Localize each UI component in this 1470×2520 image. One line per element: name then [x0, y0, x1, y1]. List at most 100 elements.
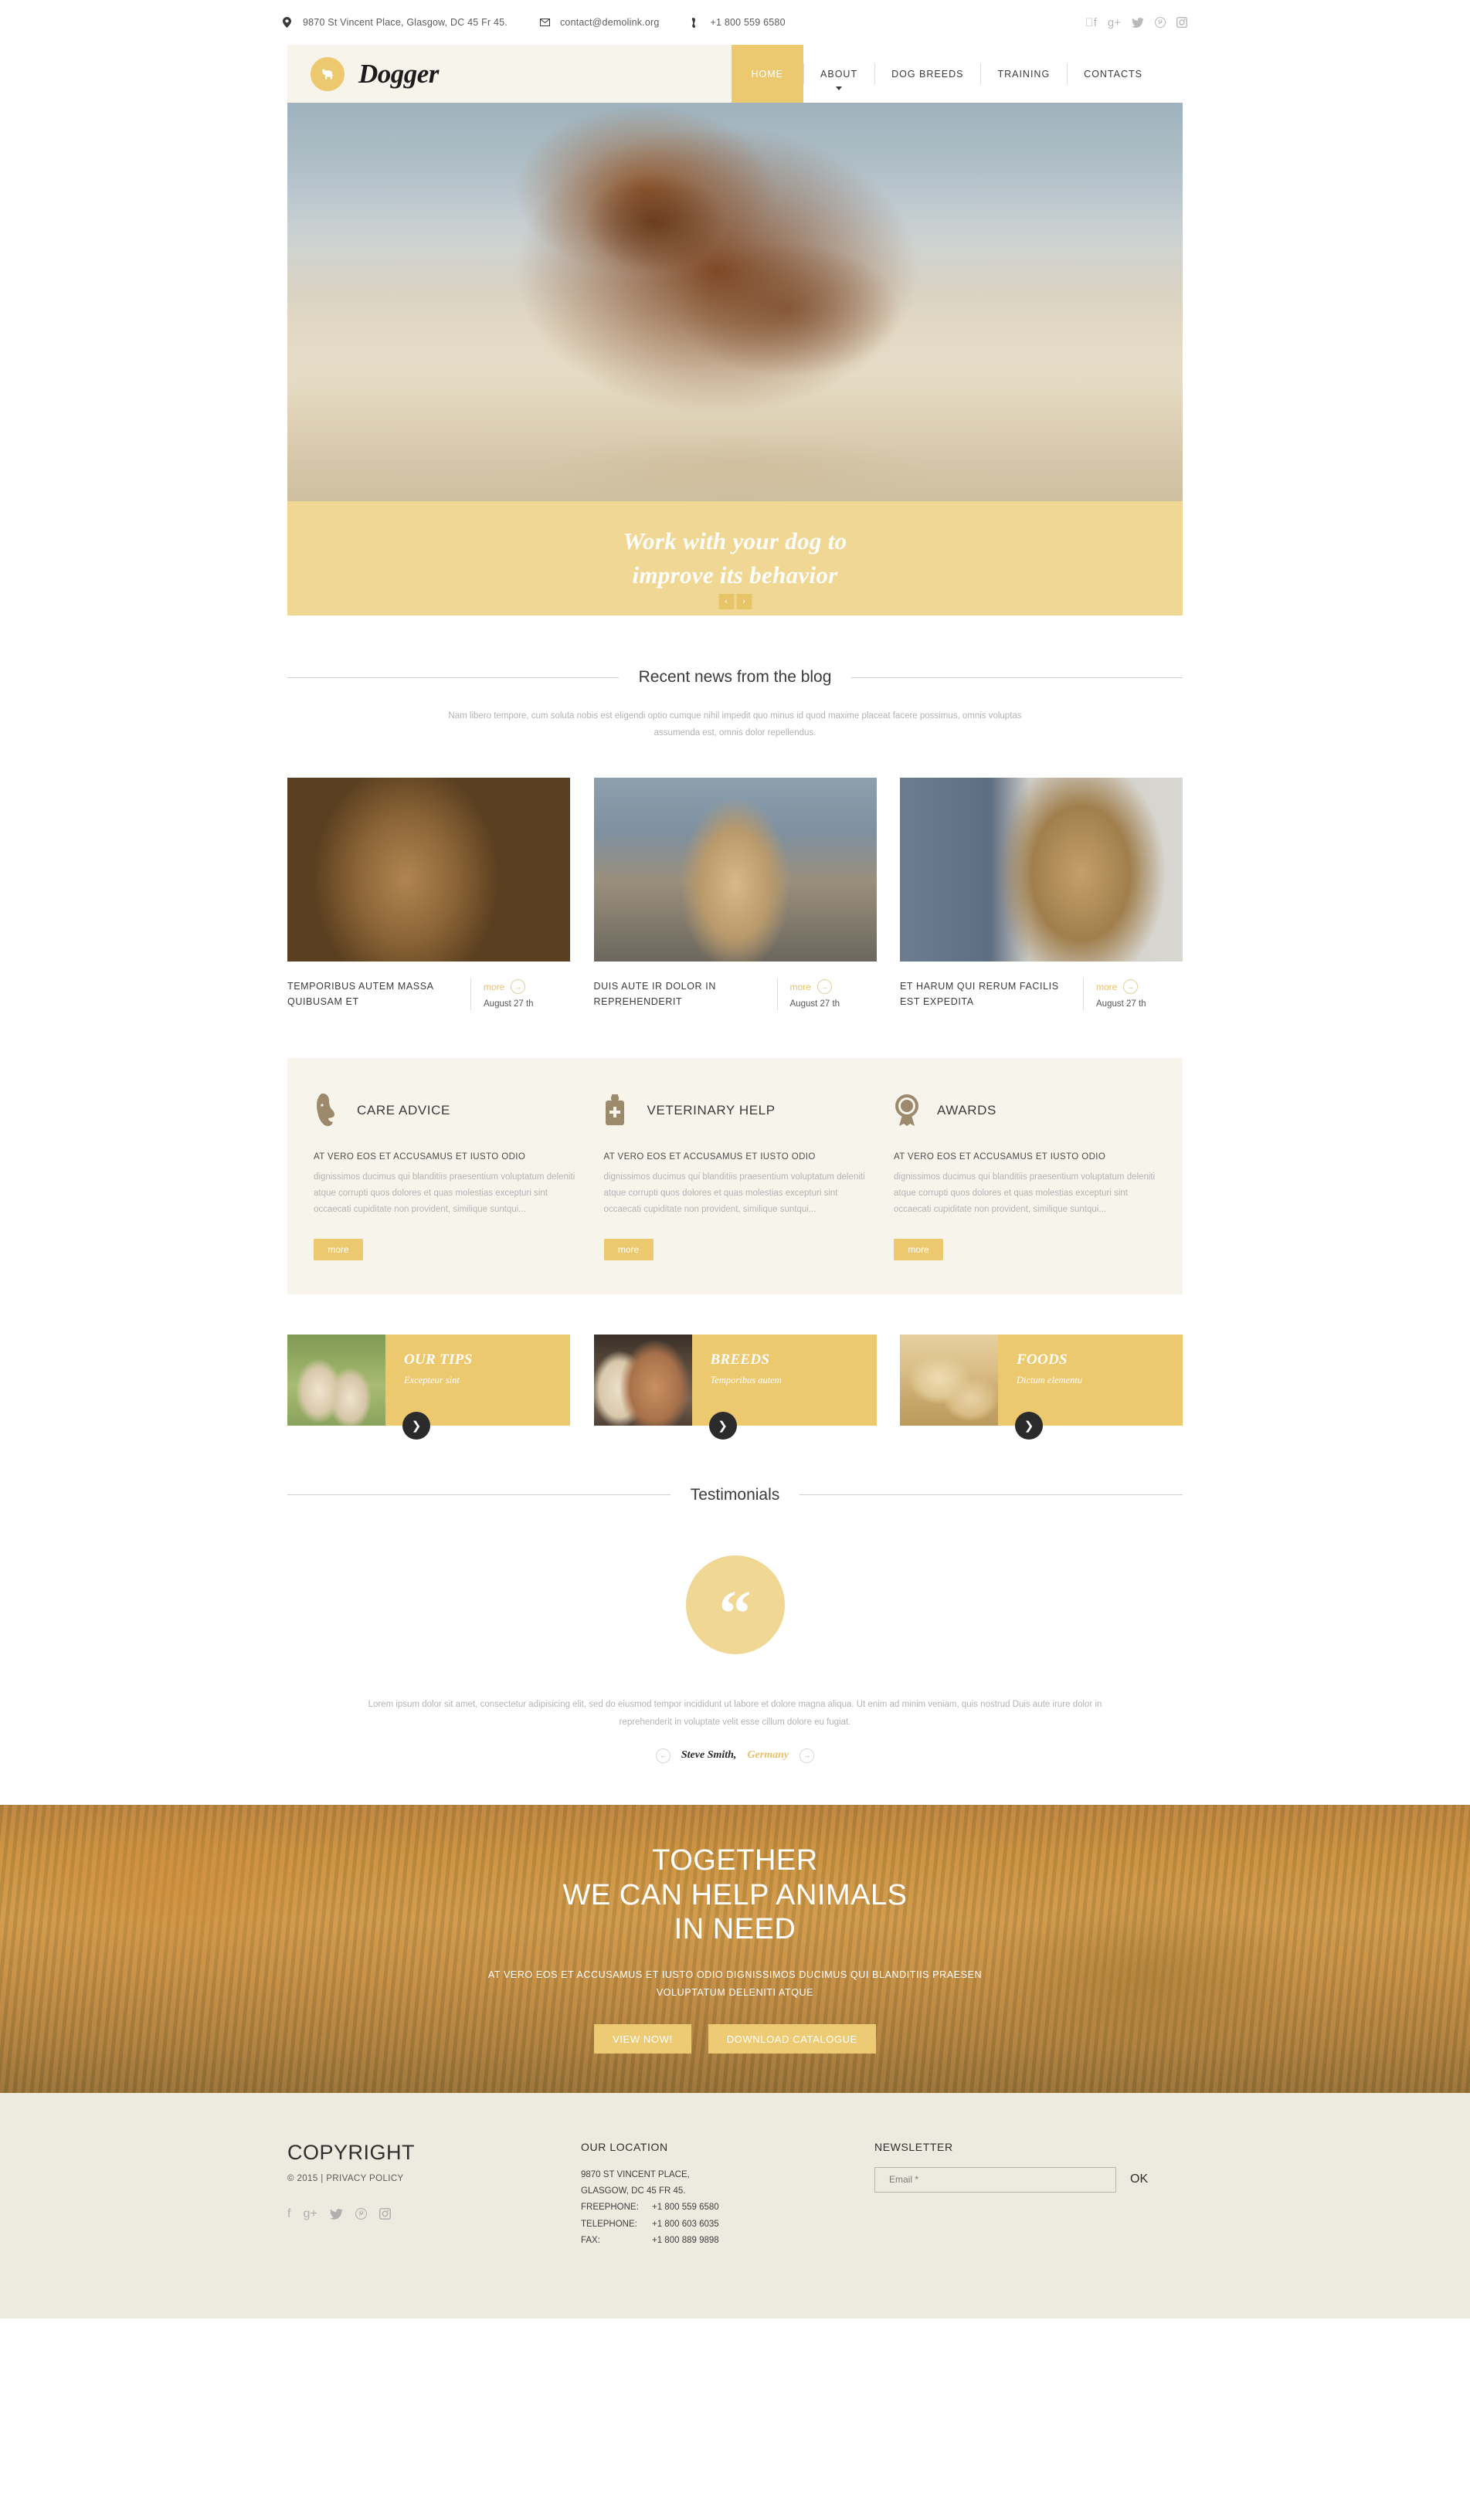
testimonial-author-row: ← Steve Smith, Germany →	[0, 1748, 1470, 1763]
newsletter-email-input[interactable]	[874, 2166, 1116, 2193]
hero-image-dog-with-stick	[287, 103, 1183, 501]
testimonial-prev-button[interactable]: ←	[655, 1748, 670, 1763]
topbar-address-text: 9870 St Vincent Place, Glasgow, DC 45 Fr…	[303, 17, 508, 28]
service-lead: AT VERO EOS ET ACCUSAMUS ET IUSTO ODIO	[314, 1151, 526, 1162]
footer-address-block: 9870 ST VINCENT PLACE, GLASGOW, DC 45 FR…	[581, 2167, 874, 2249]
cta-button-group: VIEW NOW! DOWNLOAD CATALOGUE	[594, 2024, 876, 2054]
blog-section: Recent news from the blog Nam libero tem…	[0, 668, 1470, 1010]
tile-breeds[interactable]: BREEDS Temporibus autem ❯	[593, 1334, 877, 1440]
blog-post-actions: more → August 27 th	[790, 979, 877, 1009]
google-plus-icon[interactable]: g+	[1108, 17, 1121, 29]
arrow-right-circle-icon[interactable]: →	[511, 979, 526, 995]
logo[interactable]: Dogger	[311, 56, 439, 91]
services-section: CARE ADVICE AT VERO EOS ET ACCUSAMUS ET …	[287, 1057, 1183, 1294]
blog-post-title[interactable]: ET HARUM QUI RERUM FACILIS EST EXPEDITA	[900, 978, 1083, 1010]
instagram-icon[interactable]	[379, 2208, 391, 2220]
heading-rule-left	[287, 1494, 670, 1496]
newsletter-form: OK	[874, 2166, 1183, 2193]
service-body: dignissimos ducimus qui blanditiis praes…	[603, 1172, 865, 1215]
nav-item-dog-breeds[interactable]: DOG BREEDS	[874, 45, 980, 103]
blog-image-dog-in-water[interactable]	[593, 777, 877, 962]
topbar-email[interactable]: contact@demolink.org	[539, 17, 660, 28]
twitter-icon[interactable]	[329, 2208, 343, 2220]
blog-section-subtitle: Nam libero tempore, cum soluta nobis est…	[448, 711, 1022, 738]
pinterest-icon[interactable]	[355, 2208, 367, 2220]
blog-post-date: August 27 th	[484, 999, 534, 1009]
footer-privacy-policy[interactable]: © 2015 | PRIVACY POLICY	[287, 2174, 581, 2183]
blog-image-german-shepherd[interactable]	[287, 777, 570, 962]
footer-freephone-row: FREEPHONE: +1 800 559 6580	[581, 2199, 874, 2216]
cta-banner: TOGETHER WE CAN HELP ANIMALS IN NEED AT …	[0, 1804, 1470, 2093]
footer-fax-row: FAX: +1 800 889 9898	[581, 2233, 874, 2249]
blog-post-3: ET HARUM QUI RERUM FACILIS EST EXPEDITA …	[900, 777, 1183, 1010]
footer-location-column: OUR LOCATION 9870 ST VINCENT PLACE, GLAS…	[581, 2141, 874, 2249]
testimonial-next-button[interactable]: →	[800, 1748, 815, 1763]
blog-more-link[interactable]: more	[1096, 982, 1117, 992]
instagram-icon[interactable]	[1176, 17, 1187, 28]
testimonial-text: Lorem ipsum dolor sit amet, consectetur …	[368, 1699, 1102, 1727]
view-now-button[interactable]: VIEW NOW!	[594, 2024, 691, 2054]
first-aid-kit-icon	[604, 1094, 647, 1127]
award-rosette-icon	[894, 1094, 937, 1128]
service-lead: AT VERO EOS ET ACCUSAMUS ET IUSTO ODIO	[603, 1151, 816, 1162]
nav-item-home[interactable]: HOME	[731, 45, 804, 103]
page-root: 9870 St Vincent Place, Glasgow, DC 45 Fr…	[0, 0, 1470, 2319]
blog-more-link[interactable]: more	[484, 982, 504, 992]
nav-item-contacts[interactable]: CONTACTS	[1067, 45, 1159, 103]
footer-newsletter-heading: NEWSLETTER	[874, 2140, 953, 2153]
topbar-social-links: f g+	[1085, 17, 1187, 29]
site-header: Dogger HOME ABOUT DOG BREEDS TRAINING CO…	[287, 45, 1183, 103]
nav-item-about[interactable]: ABOUT	[803, 45, 874, 103]
topbar-phone-text: +1 800 559 6580	[710, 17, 786, 28]
blog-post-title[interactable]: DUIS AUTE IR DOLOR IN REPREHENDERIT	[594, 978, 777, 1010]
chevron-right-circle-icon[interactable]: ❯	[402, 1411, 430, 1440]
arrow-right-circle-icon[interactable]: →	[816, 979, 832, 995]
blog-more-link[interactable]: more	[790, 982, 811, 992]
tile-foods[interactable]: FOODS Dictum elementu ❯	[900, 1334, 1183, 1440]
blog-image-dog-beside-person[interactable]	[900, 777, 1183, 962]
hero-next-button[interactable]: ›	[736, 594, 752, 609]
blog-post-2: DUIS AUTE IR DOLOR IN REPREHENDERIT more…	[593, 777, 877, 1010]
blog-divider	[470, 978, 471, 1010]
tile-title: FOODS	[1017, 1351, 1068, 1368]
footer-fax-label: FAX:	[581, 2235, 600, 2245]
blog-post-1: TEMPORIBUS AUTEM MASSA QUIBUSAM ET more …	[287, 777, 570, 1010]
google-plus-icon[interactable]: g+	[303, 2207, 317, 2220]
tile-subtitle: Excepteur sint	[404, 1374, 460, 1385]
blog-post-list: TEMPORIBUS AUTEM MASSA QUIBUSAM ET more …	[287, 777, 1183, 1010]
arrow-right-circle-icon[interactable]: →	[1123, 979, 1139, 995]
tile-subtitle: Dictum elementu	[1017, 1374, 1083, 1385]
chevron-right-circle-icon[interactable]: ❯	[708, 1411, 737, 1440]
blog-divider	[1083, 978, 1084, 1010]
service-more-button[interactable]: more	[603, 1238, 654, 1260]
pinterest-icon[interactable]	[1155, 17, 1166, 28]
testimonial-author-name: Steve Smith,	[681, 1749, 737, 1762]
tile-our-tips[interactable]: OUR TIPS Excepteur sint ❯	[287, 1334, 570, 1440]
service-title: CARE ADVICE	[357, 1102, 450, 1118]
quote-badge: “	[685, 1555, 785, 1654]
facebook-icon[interactable]: f	[287, 2207, 290, 2220]
tile-subtitle: Temporibus autem	[710, 1374, 782, 1385]
service-title: AWARDS	[937, 1102, 996, 1118]
newsletter-ok-button[interactable]: OK	[1130, 2172, 1148, 2186]
tile-title: OUR TIPS	[404, 1351, 473, 1368]
footer-telephone-value: +1 800 603 6035	[652, 2219, 719, 2229]
tile-title: BREEDS	[710, 1351, 770, 1368]
chevron-right-circle-icon[interactable]: ❯	[1015, 1411, 1043, 1440]
blog-post-title[interactable]: TEMPORIBUS AUTEM MASSA QUIBUSAM ET	[287, 978, 470, 1010]
chevron-down-icon	[836, 86, 843, 90]
hero-prev-button[interactable]: ‹	[718, 594, 734, 609]
twitter-icon[interactable]	[1132, 17, 1144, 28]
service-more-button[interactable]: more	[314, 1238, 363, 1260]
download-catalogue-button[interactable]: DOWNLOAD CATALOGUE	[708, 2024, 876, 2054]
nav-item-training[interactable]: TRAINING	[980, 45, 1067, 103]
topbar-email-text: contact@demolink.org	[559, 17, 660, 28]
facebook-icon[interactable]: f	[1085, 17, 1096, 29]
hero-slider-controls: ‹ ›	[718, 594, 752, 609]
footer-address-line1: 9870 ST VINCENT PLACE,	[581, 2169, 690, 2179]
service-more-button[interactable]: more	[894, 1238, 943, 1260]
footer-social-links: f g+	[287, 2207, 581, 2220]
footer-telephone-label: TELEPHONE:	[581, 2219, 637, 2229]
service-body: dignissimos ducimus qui blanditiis praes…	[314, 1172, 575, 1215]
location-pin-icon	[283, 17, 303, 28]
